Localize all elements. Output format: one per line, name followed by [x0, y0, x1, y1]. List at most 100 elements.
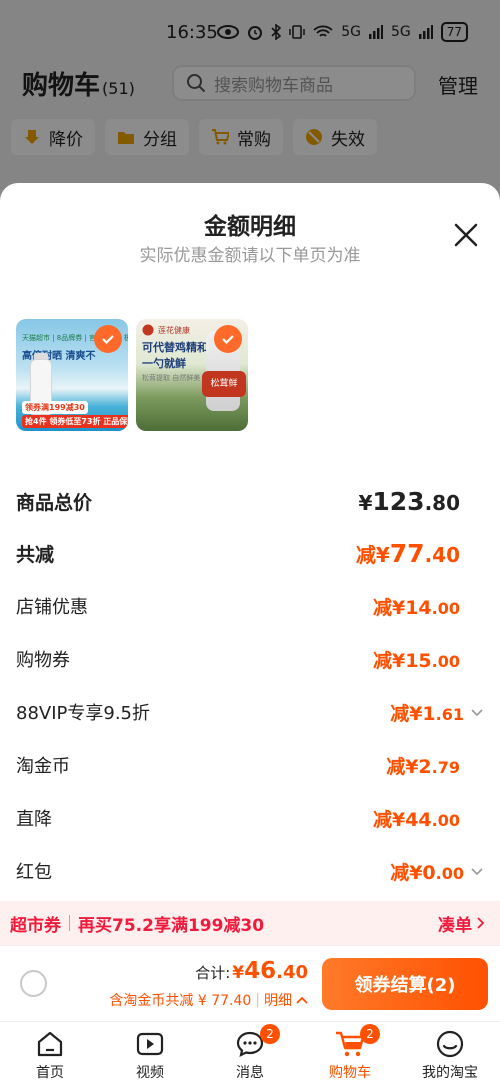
tab-label: 消息 [236, 1065, 264, 1081]
row-total-price: 商品总价 ¥123.80 [16, 483, 484, 519]
total-value: ¥46.40 [232, 958, 308, 984]
value-prefix: 减¥ [372, 596, 406, 619]
product-tagline: 松茸提取 自然鲜美 [142, 374, 201, 382]
value-int: 2 [418, 755, 432, 778]
tab-label: 购物车 [329, 1065, 371, 1081]
value-int: 0 [422, 861, 436, 884]
add-on-items-link[interactable]: 凑单 [438, 911, 486, 936]
value-dec: .80 [424, 490, 460, 515]
value-dec: .61 [435, 704, 464, 724]
value-dec: .00 [431, 598, 460, 618]
row-label: 店铺优惠 [16, 597, 88, 618]
row-label: 直降 [16, 809, 52, 830]
product-banner: 抢4件 领券低至73折 正品保障 [22, 415, 128, 428]
row-value: 减¥ 2.79 [386, 752, 484, 779]
coupon-prompt-bar: 超市券 再买75.2享满199减30 凑单 [0, 901, 500, 945]
tab-my-taobao[interactable]: 我的淘宝 [400, 1022, 500, 1085]
tab-video[interactable]: 视频 [100, 1022, 200, 1085]
value-prefix: 减¥ [390, 702, 423, 725]
home-icon [37, 1031, 63, 1057]
coupon-tag: 超市券 [10, 915, 61, 936]
row-value: 减¥ 14.00 [373, 593, 484, 620]
row-direct-discount: 直降 减¥ 44.00 [16, 802, 484, 834]
cart-badge: 2 [360, 1024, 380, 1044]
product-headline-2: 一勺就鲜 [142, 357, 186, 370]
value-prefix: 减¥ [386, 755, 419, 778]
value-prefix: 减¥ [372, 808, 406, 831]
bottom-tab-bar: 首页 视频 消息 2 购物车 2 我的淘宝 [0, 1021, 500, 1085]
row-shopping-coupon: 购物券 减¥ 15.00 [16, 643, 484, 675]
value-int: 123 [372, 486, 425, 516]
discount-detail-toggle[interactable]: 含淘金币共减 ¥ 77.40 | 明细 [109, 990, 308, 1010]
value-int: 14 [405, 596, 432, 619]
row-value: 减¥ 1.61 [390, 699, 464, 726]
tab-home[interactable]: 首页 [0, 1022, 100, 1085]
product-thumbnail-sunscreen[interactable]: 天猫超市 | 8品牌券 | 官方正品 | 极速送达 高倍耐晒 清爽不 领券满19… [16, 319, 128, 431]
currency-symbol: ¥ [232, 963, 245, 983]
brand-logo-icon [142, 324, 154, 336]
value-prefix: 减¥ [372, 649, 406, 672]
row-label: 购物券 [16, 650, 70, 671]
row-value-wrap: 减¥ 0.00 [390, 858, 484, 885]
product-jar-label: 松茸鲜 [202, 371, 246, 397]
currency-symbol: ¥ [358, 490, 373, 515]
detail-separator: | [255, 992, 260, 1008]
row-88vip-discount[interactable]: 88VIP专享9.5折 减¥ 1.61 [16, 696, 484, 728]
row-value: 减¥ 0.00 [390, 858, 464, 885]
product-coupon: 领券满199减30 [22, 401, 88, 414]
selected-check-icon [94, 325, 122, 353]
checkout-bar: 合计: ¥46.40 含淘金币共减 ¥ 77.40 | 明细 领券结算(2) [0, 945, 500, 1021]
row-shop-discount: 店铺优惠 减¥ 14.00 [16, 590, 484, 622]
chevron-up-icon [296, 996, 308, 1004]
value-dec: .79 [431, 757, 460, 777]
row-total-reduce: 共减 减¥ 77.40 [16, 535, 484, 571]
chevron-down-icon[interactable] [470, 705, 484, 719]
tab-cart[interactable]: 购物车 2 [300, 1022, 400, 1085]
value-prefix: 减¥ [355, 542, 390, 567]
add-on-label: 凑单 [438, 915, 472, 936]
row-label: 商品总价 [16, 491, 93, 514]
value-int: 77 [389, 538, 425, 568]
product-thumbnail-seasoning[interactable]: 莲花健康 可代替鸡精和盐 一勺就鲜 松茸提取 自然鲜美 松茸鲜 [136, 319, 248, 431]
value-dec: .40 [276, 962, 308, 983]
row-taojinbi: 淘金币 减¥ 2.79 [16, 749, 484, 781]
coupon-info: 超市券 再买75.2享满199减30 [10, 911, 264, 936]
row-label: 淘金币 [16, 756, 70, 777]
tab-label: 首页 [36, 1065, 64, 1081]
value-dec: .00 [431, 651, 460, 671]
coupon-divider [69, 915, 70, 931]
sheet-subtitle: 实际优惠金额请以下单页为准 [139, 246, 361, 266]
chevron-down-icon[interactable] [470, 864, 484, 878]
tab-messages[interactable]: 消息 2 [200, 1022, 300, 1085]
row-value: ¥123.80 [358, 487, 484, 516]
row-value: 减¥ 44.00 [373, 805, 484, 832]
tab-label: 视频 [136, 1065, 164, 1081]
total-label: 合计: [195, 964, 231, 982]
video-icon [136, 1032, 164, 1056]
row-label: 共减 [16, 543, 55, 566]
row-value: 减¥ 15.00 [373, 646, 484, 673]
value-dec: .00 [431, 810, 460, 830]
coupon-message: 再买75.2享满199减30 [78, 915, 265, 936]
checkout-button[interactable]: 领券结算(2) [322, 958, 488, 1010]
message-badge: 2 [260, 1024, 280, 1044]
value-int: 44 [405, 808, 432, 831]
value-dec: .40 [424, 542, 460, 567]
product-thumbnails: 天猫超市 | 8品牌券 | 官方正品 | 极速送达 高倍耐晒 清爽不 领券满19… [16, 319, 248, 431]
amount-detail-sheet: 金额明细 实际优惠金额请以下单页为准 天猫超市 | 8品牌券 | 官方正品 | … [0, 183, 500, 1085]
row-red-packet[interactable]: 红包 减¥ 0.00 [16, 855, 484, 887]
row-label: 红包 [16, 862, 52, 883]
value-int: 1 [422, 702, 436, 725]
value-int: 15 [405, 649, 432, 672]
close-icon[interactable] [452, 221, 480, 249]
product-brand: 莲花健康 [158, 326, 190, 335]
row-value-wrap: 减¥ 1.61 [390, 699, 484, 726]
select-all-radio[interactable] [20, 970, 47, 997]
value-dec: .00 [435, 863, 464, 883]
value-prefix: 减¥ [390, 861, 423, 884]
detail-link: 明细 [264, 993, 292, 1009]
row-label: 88VIP专享9.5折 [16, 703, 151, 724]
tab-label: 我的淘宝 [422, 1065, 478, 1081]
modal-overlay[interactable] [0, 0, 500, 190]
value-int: 46 [244, 958, 277, 984]
